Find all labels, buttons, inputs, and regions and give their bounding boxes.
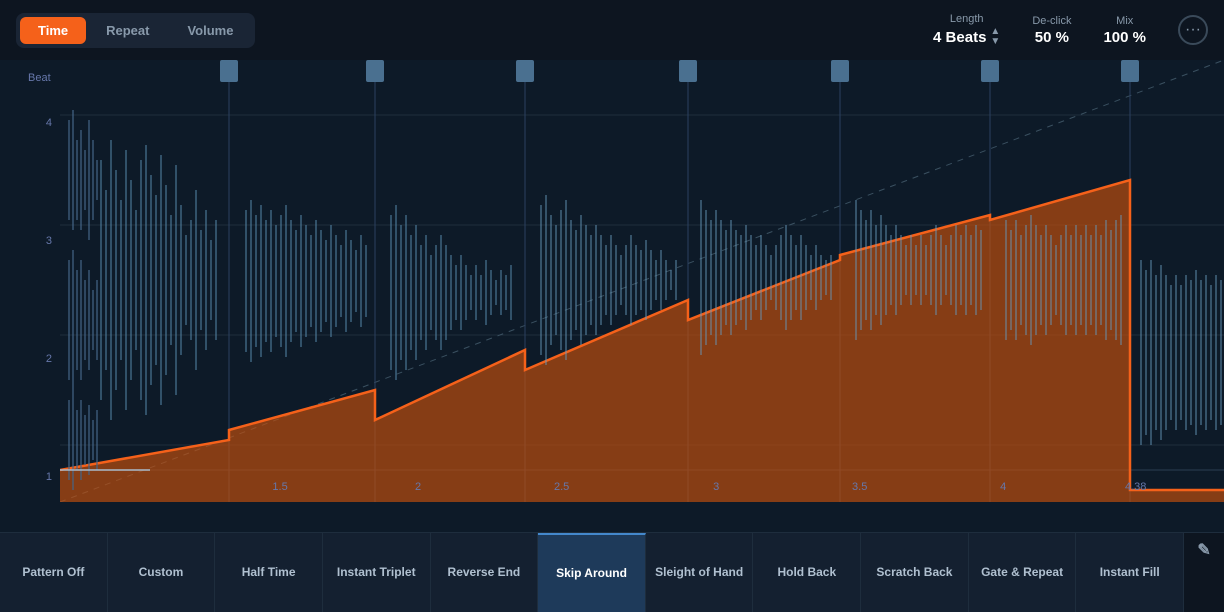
- preset-hold-back[interactable]: Hold Back: [753, 533, 861, 612]
- preset-gate-repeat[interactable]: Gate & Repeat: [969, 533, 1077, 612]
- mix-control: Mix 100 %: [1103, 15, 1146, 46]
- y-label-1: 1: [46, 471, 52, 483]
- preset-half-time[interactable]: Half Time: [215, 533, 323, 612]
- main-chart: [60, 60, 1224, 502]
- y-axis: 4 3 2 1: [0, 60, 60, 532]
- preset-pattern-off[interactable]: Pattern Off: [0, 533, 108, 612]
- x-label-3: 3: [713, 481, 719, 493]
- x-label-2: 2: [415, 481, 421, 493]
- x-label-1-5: 1.5: [272, 481, 287, 493]
- length-label: Length: [950, 13, 984, 25]
- preset-reverse-end[interactable]: Reverse End: [431, 533, 539, 612]
- preset-sleight-of-hand[interactable]: Sleight of Hand: [646, 533, 754, 612]
- preset-bar: Pattern Off Custom Half Time Instant Tri…: [0, 532, 1224, 612]
- viz-area: Beat 4 3 2 1: [0, 60, 1224, 532]
- declick-value[interactable]: 50 %: [1035, 29, 1069, 46]
- more-button[interactable]: ···: [1178, 15, 1208, 45]
- x-label-4: 4: [1000, 481, 1006, 493]
- header: Time Repeat Volume Length 4 Beats ▲▼ De-…: [0, 0, 1224, 60]
- preset-pencil-button[interactable]: ✎: [1184, 533, 1224, 569]
- length-value[interactable]: 4 Beats ▲▼: [933, 27, 1000, 47]
- header-controls: Length 4 Beats ▲▼ De-click 50 % Mix 100 …: [933, 13, 1208, 47]
- x-label-4-38: 4.38: [1125, 481, 1146, 493]
- length-control: Length 4 Beats ▲▼: [933, 13, 1000, 47]
- tab-repeat[interactable]: Repeat: [88, 17, 167, 44]
- preset-scratch-back[interactable]: Scratch Back: [861, 533, 969, 612]
- declick-control: De-click 50 %: [1032, 15, 1071, 46]
- length-arrows: ▲▼: [990, 27, 1000, 47]
- preset-instant-fill[interactable]: Instant Fill: [1076, 533, 1184, 612]
- tab-volume[interactable]: Volume: [169, 17, 251, 44]
- tab-group: Time Repeat Volume: [16, 13, 255, 48]
- mix-label: Mix: [1116, 15, 1133, 27]
- y-label-3: 3: [46, 235, 52, 247]
- declick-label: De-click: [1032, 15, 1071, 27]
- y-label-2: 2: [46, 353, 52, 365]
- x-label-3-5: 3.5: [852, 481, 867, 493]
- preset-skip-around[interactable]: Skip Around: [538, 533, 646, 612]
- preset-instant-triplet[interactable]: Instant Triplet: [323, 533, 431, 612]
- preset-custom[interactable]: Custom: [108, 533, 216, 612]
- viz-canvas: 1.5 2 2.5 3 3.5 4 4.38: [60, 60, 1224, 502]
- tab-time[interactable]: Time: [20, 17, 86, 44]
- x-label-2-5: 2.5: [554, 481, 569, 493]
- x-axis: 1.5 2 2.5 3 3.5 4 4.38: [120, 472, 1224, 502]
- y-label-4: 4: [46, 117, 52, 129]
- mix-value[interactable]: 100 %: [1103, 29, 1146, 46]
